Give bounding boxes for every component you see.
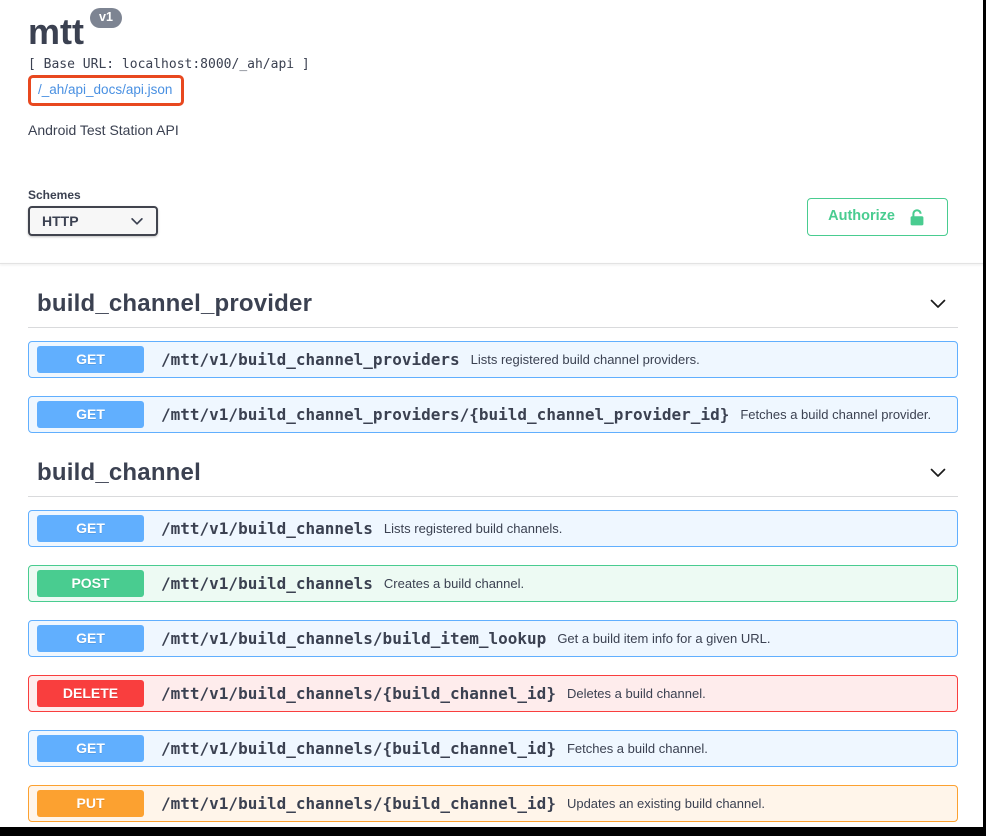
spec-link[interactable]: /_ah/api_docs/api.json — [38, 82, 172, 97]
version-badge: v1 — [90, 8, 122, 28]
api-tag-section: build_channel_provider GET /mtt/v1/build… — [28, 290, 958, 433]
operations-list: GET /mtt/v1/build_channel_providers List… — [28, 341, 958, 433]
operation-path: /mtt/v1/build_channels/{build_channel_id… — [161, 739, 556, 758]
operation-path: /mtt/v1/build_channels/{build_channel_id… — [161, 794, 556, 813]
method-badge: POST — [37, 570, 144, 597]
method-badge: DELETE — [37, 680, 144, 707]
operation-row[interactable]: PUT /mtt/v1/build_channels/{build_channe… — [28, 785, 958, 822]
operation-summary: Deletes a build channel. — [567, 686, 706, 701]
operation-path: /mtt/v1/build_channels — [161, 574, 373, 593]
operation-row[interactable]: GET /mtt/v1/build_channel_providers List… — [28, 341, 958, 378]
operation-path: /mtt/v1/build_channel_providers — [161, 350, 460, 369]
operation-row[interactable]: GET /mtt/v1/build_channels/build_item_lo… — [28, 620, 958, 657]
scheme-selected-value: HTTP — [42, 213, 79, 229]
operations-list: GET /mtt/v1/build_channels Lists registe… — [28, 510, 958, 822]
method-badge: GET — [37, 515, 144, 542]
operation-row[interactable]: GET /mtt/v1/build_channels Lists registe… — [28, 510, 958, 547]
authorize-label: Authorize — [828, 209, 895, 224]
base-url: [ Base URL: localhost:8000/_ah/api ] — [28, 57, 958, 72]
scheme-container: Schemes HTTP Authorize — [28, 188, 958, 236]
method-badge: GET — [37, 625, 144, 652]
api-description: Android Test Station API — [28, 122, 958, 138]
operation-path: /mtt/v1/build_channels/{build_channel_id… — [161, 684, 556, 703]
operation-row[interactable]: GET /mtt/v1/build_channels/{build_channe… — [28, 730, 958, 767]
info-container: mttv1 [ Base URL: localhost:8000/_ah/api… — [0, 12, 986, 236]
operation-row[interactable]: DELETE /mtt/v1/build_channels/{build_cha… — [28, 675, 958, 712]
swagger-page: mttv1 [ Base URL: localhost:8000/_ah/api… — [0, 0, 986, 836]
section-header[interactable]: build_channel_provider — [28, 290, 958, 328]
operation-summary: Lists registered build channel providers… — [471, 352, 700, 367]
operation-summary: Get a build item info for a given URL. — [557, 631, 770, 646]
authorize-button[interactable]: Authorize — [807, 198, 948, 236]
header-divider — [0, 263, 986, 264]
api-title: mttv1 — [28, 12, 958, 52]
operation-summary: Fetches a build channel. — [567, 741, 708, 756]
chevron-down-icon — [130, 214, 144, 228]
operation-path: /mtt/v1/build_channels/build_item_lookup — [161, 629, 546, 648]
window-edge-bottom — [0, 827, 986, 836]
method-badge: GET — [37, 401, 144, 428]
method-badge: PUT — [37, 790, 144, 817]
operation-summary: Lists registered build channels. — [384, 521, 563, 536]
operation-row[interactable]: GET /mtt/v1/build_channel_providers/{bui… — [28, 396, 958, 433]
section-title: build_channel — [37, 459, 201, 487]
chevron-down-icon[interactable] — [928, 294, 948, 314]
section-header[interactable]: build_channel — [28, 459, 958, 497]
chevron-down-icon[interactable] — [928, 463, 948, 483]
operations-area: build_channel_provider GET /mtt/v1/build… — [0, 290, 986, 822]
operation-summary: Updates an existing build channel. — [567, 796, 765, 811]
spec-link-highlight-box: /_ah/api_docs/api.json — [28, 75, 184, 106]
method-badge: GET — [37, 346, 144, 373]
section-title: build_channel_provider — [37, 290, 312, 318]
operation-path: /mtt/v1/build_channel_providers/{build_c… — [161, 405, 729, 424]
operation-summary: Creates a build channel. — [384, 576, 524, 591]
api-tag-section: build_channel GET /mtt/v1/build_channels… — [28, 459, 958, 822]
api-title-text: mtt — [28, 11, 84, 52]
schemes-wrapper: Schemes HTTP — [28, 188, 158, 236]
operation-summary: Fetches a build channel provider. — [740, 407, 931, 422]
method-badge: GET — [37, 735, 144, 762]
schemes-label: Schemes — [28, 188, 158, 202]
operation-row[interactable]: POST /mtt/v1/build_channels Creates a bu… — [28, 565, 958, 602]
scheme-select[interactable]: HTTP — [28, 206, 158, 236]
operation-path: /mtt/v1/build_channels — [161, 519, 373, 538]
unlock-icon — [907, 207, 927, 227]
